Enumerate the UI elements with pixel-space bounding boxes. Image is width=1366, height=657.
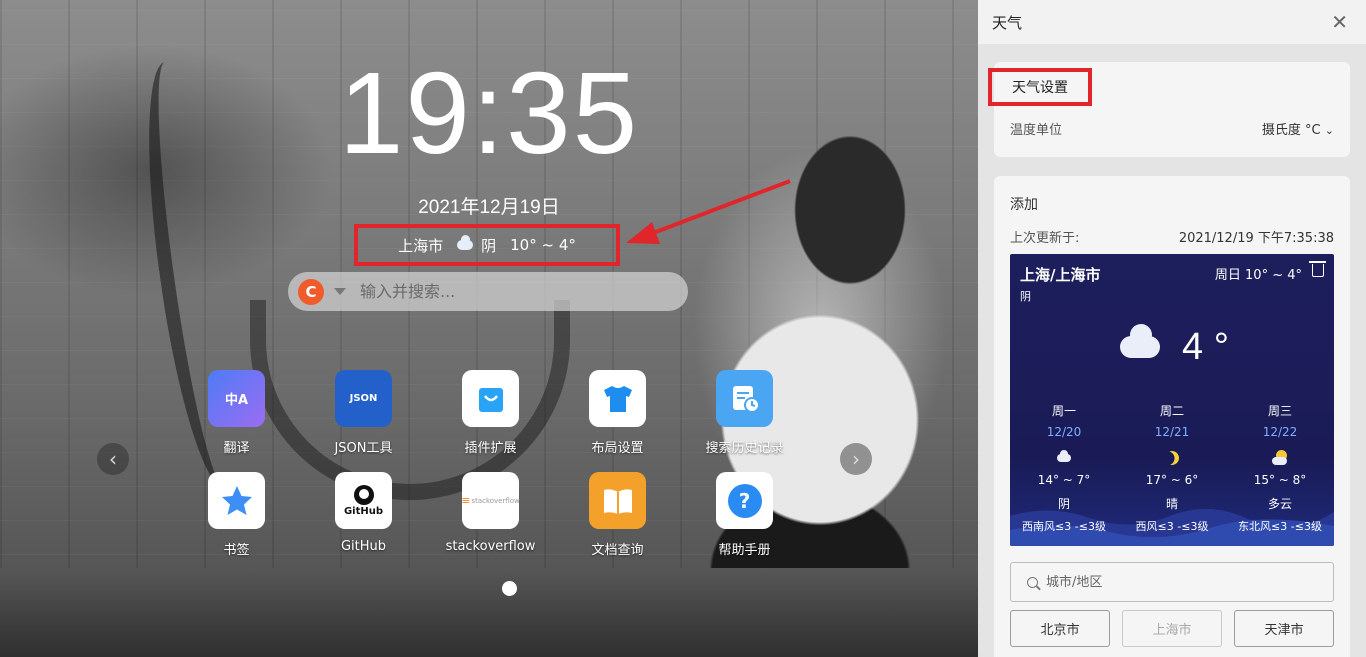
app-bookmarks[interactable]: 书签 xyxy=(173,472,300,558)
card-range: 周日 10° ~ 4° xyxy=(1214,268,1302,283)
forecast-wind: 西南风≤3 -≤3级 xyxy=(1022,520,1106,533)
weather-range: 10° ~ 4° xyxy=(510,236,576,254)
translate-icon: 中A xyxy=(208,370,265,427)
app-label: 帮助手册 xyxy=(718,543,771,558)
forecast-range: 15° ~ 8° xyxy=(1253,473,1307,487)
app-label: GitHub xyxy=(340,539,387,554)
weather-summary[interactable]: 上海市 阴 10° ~ 4° xyxy=(354,224,620,266)
forecast-list: 周一 12/20 14° ~ 7° 阴 西南风≤3 -≤3级 周二 12/21 … xyxy=(1010,402,1334,534)
app-translate[interactable]: 中A 翻译 xyxy=(173,370,300,456)
app-layout-settings[interactable]: 布局设置 xyxy=(554,370,681,456)
stackoverflow-icon: ≡ stackoverflow xyxy=(461,472,520,529)
city-button-shanghai[interactable]: 上海市 xyxy=(1122,610,1222,647)
app-label: 搜索历史记录 xyxy=(705,441,784,456)
cloud-icon xyxy=(1057,450,1071,462)
clock-date: 2021年12月19日 xyxy=(418,197,560,218)
forecast-date: 12/22 xyxy=(1262,425,1298,439)
app-label: 书签 xyxy=(223,543,250,558)
city-button-tianjin[interactable]: 天津市 xyxy=(1234,610,1334,647)
settings-title: 天气设置 xyxy=(988,68,1092,106)
app-label: 文档查询 xyxy=(591,543,644,558)
app-label: JSON工具 xyxy=(334,441,393,456)
page-indicator-dot[interactable] xyxy=(502,581,517,596)
card-city: 上海/上海市 xyxy=(1020,266,1101,284)
updated-value: 2021/12/19 下午7:35:38 xyxy=(1178,231,1334,246)
tshirt-icon xyxy=(589,370,646,427)
unit-label: 温度单位 xyxy=(1010,123,1063,138)
app-help[interactable]: ? 帮助手册 xyxy=(681,472,808,558)
unit-select[interactable]: 摄氏度 °C ⌄ xyxy=(1262,119,1334,138)
app-label: stackoverflow xyxy=(445,539,536,554)
app-grid: 中A 翻译 JSON JSON工具 插件扩展 布局设置 搜索历史记录 书签 Gi… xyxy=(173,370,807,558)
forecast-weekday: 周三 xyxy=(1267,404,1292,418)
app-plugins[interactable]: 插件扩展 xyxy=(427,370,554,456)
city-weather-card: 上海/上海市 阴 周日 10° ~ 4° 4 ° 周一 12/20 14° ~ … xyxy=(1010,254,1334,546)
book-icon xyxy=(589,472,646,529)
close-icon[interactable]: ✕ xyxy=(1331,10,1348,34)
app-search-history[interactable]: 搜索历史记录 xyxy=(681,370,808,456)
search-icon xyxy=(1027,576,1038,588)
help-icon: ? xyxy=(716,472,773,529)
search-bar[interactable]: C xyxy=(288,272,688,311)
forecast-condition: 多云 xyxy=(1267,497,1292,511)
history-icon xyxy=(716,370,773,427)
forecast-weekday: 周二 xyxy=(1159,404,1184,418)
forecast-date: 12/20 xyxy=(1046,425,1082,439)
city-search-field[interactable] xyxy=(1010,562,1334,602)
shopping-bag-icon xyxy=(462,370,519,427)
app-stackoverflow[interactable]: ≡ stackoverflow stackoverflow xyxy=(427,472,554,558)
card-temperature: 4 ° xyxy=(1182,326,1229,368)
weather-add-card: 添加 上次更新于: 2021/12/19 下午7:35:38 上海/上海市 阴 … xyxy=(994,176,1350,657)
app-label: 翻译 xyxy=(223,441,250,456)
city-button-beijing[interactable]: 北京市 xyxy=(1010,610,1110,647)
updated-label: 上次更新于: xyxy=(1010,231,1080,246)
add-title: 添加 xyxy=(1010,197,1038,213)
forecast-day: 周三 12/22 15° ~ 8° 多云 东北风≤3 -≤3级 xyxy=(1226,402,1334,534)
panel-header: 天气 ✕ xyxy=(978,0,1366,44)
card-condition: 阴 xyxy=(1020,290,1031,303)
forecast-date: 12/21 xyxy=(1154,425,1190,439)
app-label: 布局设置 xyxy=(591,441,644,456)
forecast-day: 周二 12/21 17° ~ 6° 晴 西风≤3 -≤3级 xyxy=(1118,402,1226,534)
forecast-range: 17° ~ 6° xyxy=(1145,473,1199,487)
app-label: 插件扩展 xyxy=(464,441,517,456)
search-engine-icon[interactable]: C xyxy=(298,278,324,305)
search-input[interactable] xyxy=(360,282,660,301)
cloud-icon xyxy=(457,235,474,250)
forecast-wind: 东北风≤3 -≤3级 xyxy=(1238,520,1322,533)
weather-panel: 天气 ✕ 天气设置 温度单位 摄氏度 °C ⌄ 添加 上次更新于: 2021/1… xyxy=(978,0,1366,657)
panel-title: 天气 xyxy=(992,13,1023,32)
forecast-day: 周一 12/20 14° ~ 7° 阴 西南风≤3 -≤3级 xyxy=(1010,402,1118,534)
forecast-range: 14° ~ 7° xyxy=(1037,473,1091,487)
trash-icon[interactable] xyxy=(1309,261,1326,277)
next-page-button[interactable]: › xyxy=(840,443,872,475)
app-json-tool[interactable]: JSON JSON工具 xyxy=(300,370,427,456)
star-icon xyxy=(208,472,265,529)
app-docs[interactable]: 文档查询 xyxy=(554,472,681,558)
app-github[interactable]: GitHub GitHub xyxy=(300,472,427,558)
github-icon: GitHub xyxy=(335,472,392,529)
forecast-condition: 晴 xyxy=(1165,497,1178,511)
partly-cloudy-icon xyxy=(1272,450,1288,466)
cloud-icon xyxy=(1120,324,1160,358)
forecast-weekday: 周一 xyxy=(1051,404,1076,418)
city-buttons: 北京市 上海市 天津市 xyxy=(1010,610,1334,647)
chevron-down-icon[interactable] xyxy=(334,288,346,295)
prev-page-button[interactable]: ‹ xyxy=(97,443,129,475)
weather-settings-card: 天气设置 温度单位 摄氏度 °C ⌄ xyxy=(988,62,1350,157)
moon-icon xyxy=(1162,448,1181,467)
json-file-icon: JSON xyxy=(335,370,392,427)
weather-city: 上海市 xyxy=(398,236,444,255)
city-search-input[interactable] xyxy=(1046,574,1306,590)
weather-condition: 阴 xyxy=(481,236,497,255)
forecast-wind: 西风≤3 -≤3级 xyxy=(1135,520,1209,533)
chevron-down-icon: ⌄ xyxy=(1324,124,1334,137)
clock-time: 19:35 xyxy=(338,48,640,178)
forecast-condition: 阴 xyxy=(1057,497,1070,511)
